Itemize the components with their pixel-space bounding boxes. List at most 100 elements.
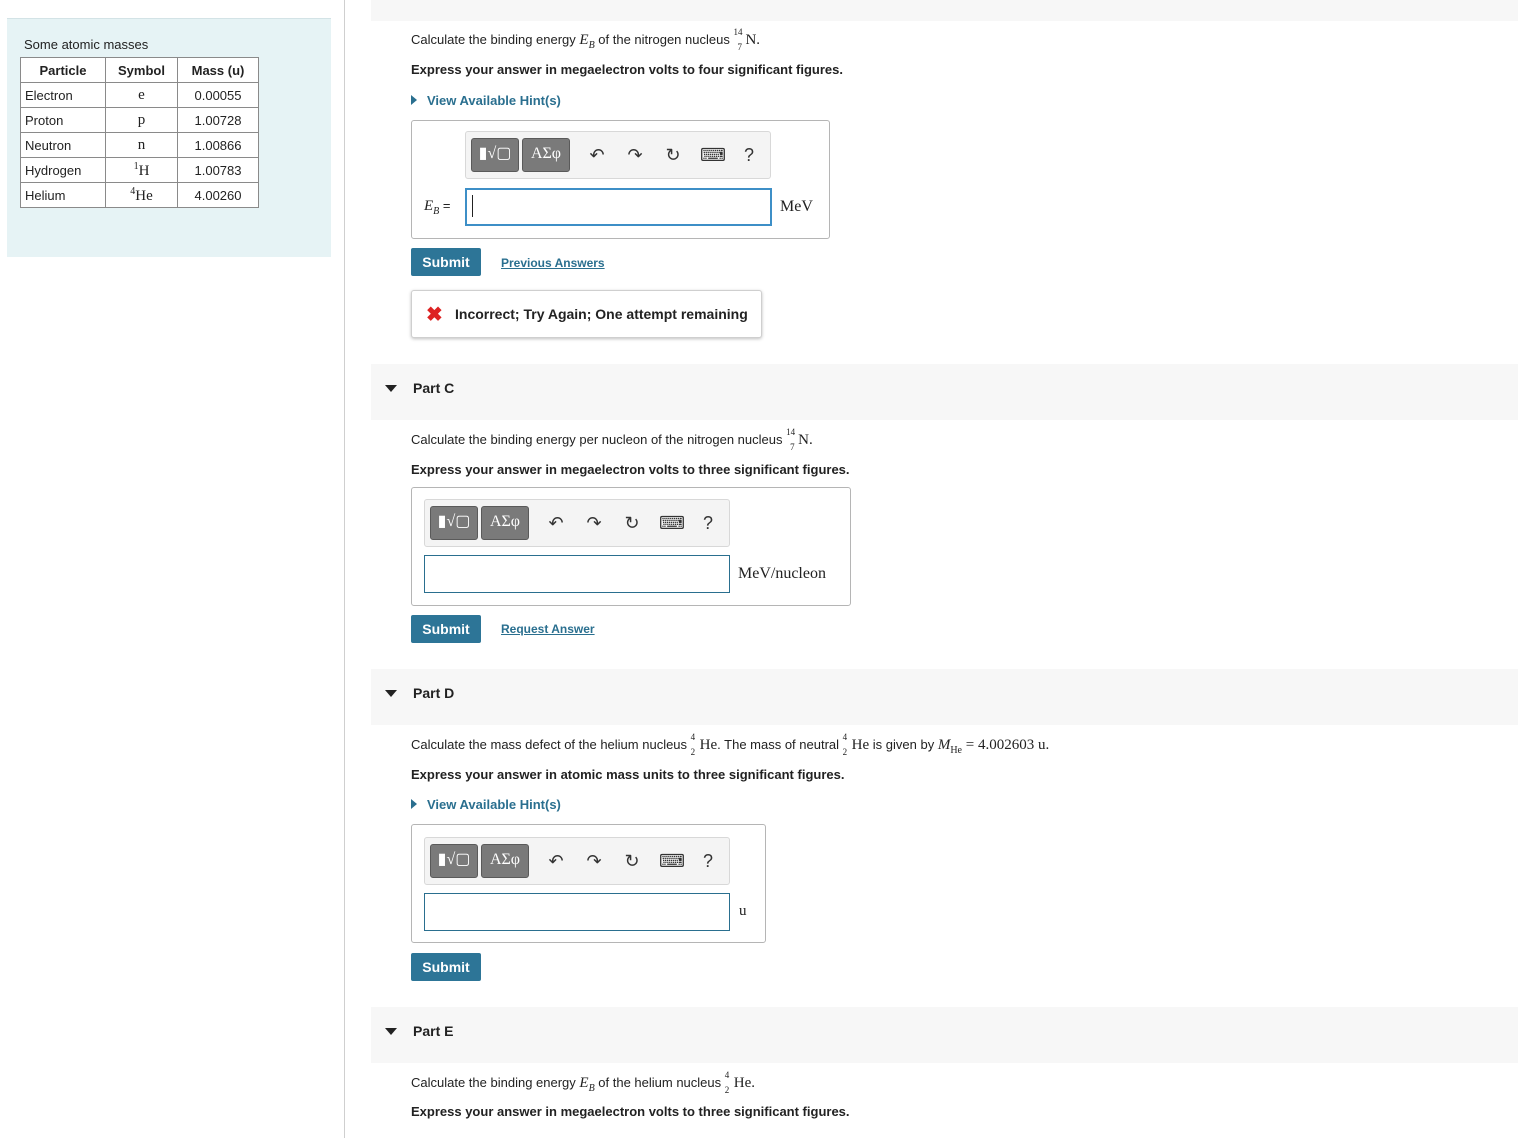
triangle-right-icon bbox=[411, 799, 417, 809]
part-c-title: Part C bbox=[413, 380, 455, 396]
part-b-hint-toggle[interactable]: View Available Hint(s) bbox=[411, 93, 561, 108]
column-header-symbol: Symbol bbox=[105, 57, 178, 83]
part-b-answer-box: ▮√▢ ΑΣφ ↶ ↷ ↻ ⌨ ? EB = MeV bbox=[411, 120, 830, 239]
particle-cell: Neutron bbox=[20, 132, 106, 158]
help-button[interactable]: ? bbox=[697, 512, 719, 534]
part-b-submit-button[interactable]: Submit bbox=[411, 248, 481, 276]
part-d-title: Part D bbox=[413, 685, 455, 701]
part-b-unit: MeV bbox=[780, 198, 813, 215]
part-c-header-band[interactable] bbox=[371, 364, 1518, 420]
question-text: Calculate the mass defect of the helium … bbox=[411, 737, 691, 752]
nitrogen-nucleus-symbol: 14 7 N bbox=[786, 427, 809, 452]
mass-cell: 1.00728 bbox=[177, 107, 259, 133]
particle-cell: Helium bbox=[20, 182, 106, 208]
triangle-down-icon bbox=[385, 1027, 397, 1035]
incorrect-x-icon: ✖ bbox=[426, 304, 443, 326]
keyboard-icon[interactable]: ⌨ bbox=[659, 512, 685, 534]
triangle-right-icon bbox=[411, 95, 417, 105]
math-toolbar: ▮√▢ ΑΣφ ↶ ↷ ↻ ⌨ ? bbox=[424, 499, 730, 547]
symbols-button[interactable]: ΑΣφ bbox=[522, 138, 570, 172]
reset-icon[interactable]: ↻ bbox=[662, 144, 684, 166]
keyboard-icon[interactable]: ⌨ bbox=[700, 144, 726, 166]
templates-button[interactable]: ▮√▢ bbox=[430, 506, 478, 540]
particle-cell: Proton bbox=[20, 107, 106, 133]
part-d-hint-toggle[interactable]: View Available Hint(s) bbox=[411, 797, 561, 812]
redo-icon[interactable]: ↷ bbox=[583, 512, 605, 534]
undo-icon[interactable]: ↶ bbox=[545, 512, 567, 534]
feedback-message: Incorrect; Try Again; One attempt remain… bbox=[455, 306, 748, 322]
symbol-main: He bbox=[135, 187, 153, 204]
eb-variable: EB bbox=[579, 1075, 595, 1094]
part-c-unit: MeV/nucleon bbox=[738, 565, 826, 582]
symbols-button[interactable]: ΑΣφ bbox=[481, 506, 529, 540]
question-text: Calculate the binding energy bbox=[411, 1075, 580, 1090]
part-e-header[interactable]: Part E bbox=[385, 1023, 453, 1039]
part-d-submit-button[interactable]: Submit bbox=[411, 953, 481, 981]
symbol-main: H bbox=[138, 162, 150, 179]
table-row: Proton p 1.00728 bbox=[20, 107, 259, 133]
part-d-answer-box: ▮√▢ ΑΣφ ↶ ↷ ↻ ⌨ ? u bbox=[411, 824, 766, 943]
column-header-particle: Particle bbox=[20, 57, 106, 83]
helium-nucleus-symbol: 4 2 He bbox=[842, 732, 870, 757]
question-text: of the helium nucleus bbox=[594, 1075, 725, 1090]
part-d-unit: u bbox=[739, 903, 747, 919]
request-answer-link[interactable]: Request Answer bbox=[501, 622, 595, 636]
particle-cell: Electron bbox=[20, 82, 106, 108]
symbols-button[interactable]: ΑΣφ bbox=[481, 844, 529, 878]
part-e-question: Calculate the binding energy EB of the h… bbox=[411, 1070, 755, 1095]
help-button[interactable]: ? bbox=[697, 850, 719, 872]
incorrect-feedback: ✖ Incorrect; Try Again; One attempt rema… bbox=[411, 290, 762, 338]
help-button[interactable]: ? bbox=[738, 144, 760, 166]
reset-icon[interactable]: ↻ bbox=[621, 512, 643, 534]
table-header-row: Particle Symbol Mass (u) bbox=[20, 57, 259, 83]
mass-cell: 4.00260 bbox=[177, 182, 259, 208]
part-d-header[interactable]: Part D bbox=[385, 685, 454, 701]
part-c-instruction: Express your answer in megaelectron volt… bbox=[411, 462, 850, 477]
atomic-masses-table: Particle Symbol Mass (u) Electron e 0.00… bbox=[20, 57, 259, 208]
table-row: Neutron n 1.00866 bbox=[20, 132, 259, 158]
math-toolbar: ▮√▢ ΑΣφ ↶ ↷ ↻ ⌨ ? bbox=[424, 837, 730, 885]
redo-icon[interactable]: ↷ bbox=[583, 850, 605, 872]
masses-title: Some atomic masses bbox=[24, 37, 149, 52]
part-e-title: Part E bbox=[413, 1023, 454, 1039]
part-c-submit-button[interactable]: Submit bbox=[411, 615, 481, 643]
triangle-down-icon bbox=[385, 384, 397, 392]
atomic-masses-panel: Some atomic masses Particle Symbol Mass … bbox=[7, 18, 331, 257]
part-b-answer-input[interactable] bbox=[465, 188, 772, 226]
particle-cell: Hydrogen bbox=[20, 157, 106, 183]
column-header-mass: Mass (u) bbox=[177, 57, 259, 83]
part-c-header[interactable]: Part C bbox=[385, 380, 454, 396]
symbol-cell: n bbox=[105, 132, 178, 158]
eb-input-label: EB = bbox=[424, 198, 451, 217]
part-c-question: Calculate the binding energy per nucleon… bbox=[411, 427, 813, 452]
part-b-question: Calculate the binding energy EB of the n… bbox=[411, 27, 761, 52]
question-text: . The mass of neutral bbox=[717, 737, 843, 752]
keyboard-icon[interactable]: ⌨ bbox=[659, 850, 685, 872]
undo-icon[interactable]: ↶ bbox=[586, 144, 608, 166]
helium-nucleus-symbol: 4 2 He bbox=[690, 732, 718, 757]
part-c-answer-input[interactable] bbox=[424, 555, 730, 593]
part-c-answer-box: ▮√▢ ΑΣφ ↶ ↷ ↻ ⌨ ? MeV/nucleon bbox=[411, 487, 851, 606]
undo-icon[interactable]: ↶ bbox=[545, 850, 567, 872]
templates-button[interactable]: ▮√▢ bbox=[430, 844, 478, 878]
table-row: Hydrogen 1H 1.00783 bbox=[20, 157, 259, 183]
pane-divider bbox=[344, 0, 345, 1138]
symbol-cell: 1H bbox=[105, 157, 178, 183]
part-d-answer-input[interactable] bbox=[424, 893, 730, 931]
hint-label: View Available Hint(s) bbox=[427, 93, 561, 108]
part-e-header-band[interactable] bbox=[371, 1007, 1518, 1063]
question-text: Calculate the binding energy bbox=[411, 32, 580, 47]
previous-answers-link[interactable]: Previous Answers bbox=[501, 256, 605, 270]
part-b-instruction: Express your answer in megaelectron volt… bbox=[411, 62, 843, 77]
question-text: Calculate the binding energy per nucleon… bbox=[411, 432, 787, 447]
table-row: Helium 4He 4.00260 bbox=[20, 182, 259, 208]
helium-nucleus-symbol: 4 2 He bbox=[724, 1070, 752, 1095]
mass-cell: 1.00866 bbox=[177, 132, 259, 158]
symbol-cell: e bbox=[105, 82, 178, 108]
reset-icon[interactable]: ↻ bbox=[621, 850, 643, 872]
templates-button[interactable]: ▮√▢ bbox=[471, 138, 519, 172]
mass-cell: 1.00783 bbox=[177, 157, 259, 183]
symbol-cell: p bbox=[105, 107, 178, 133]
part-d-header-band[interactable] bbox=[371, 669, 1518, 725]
redo-icon[interactable]: ↷ bbox=[624, 144, 646, 166]
